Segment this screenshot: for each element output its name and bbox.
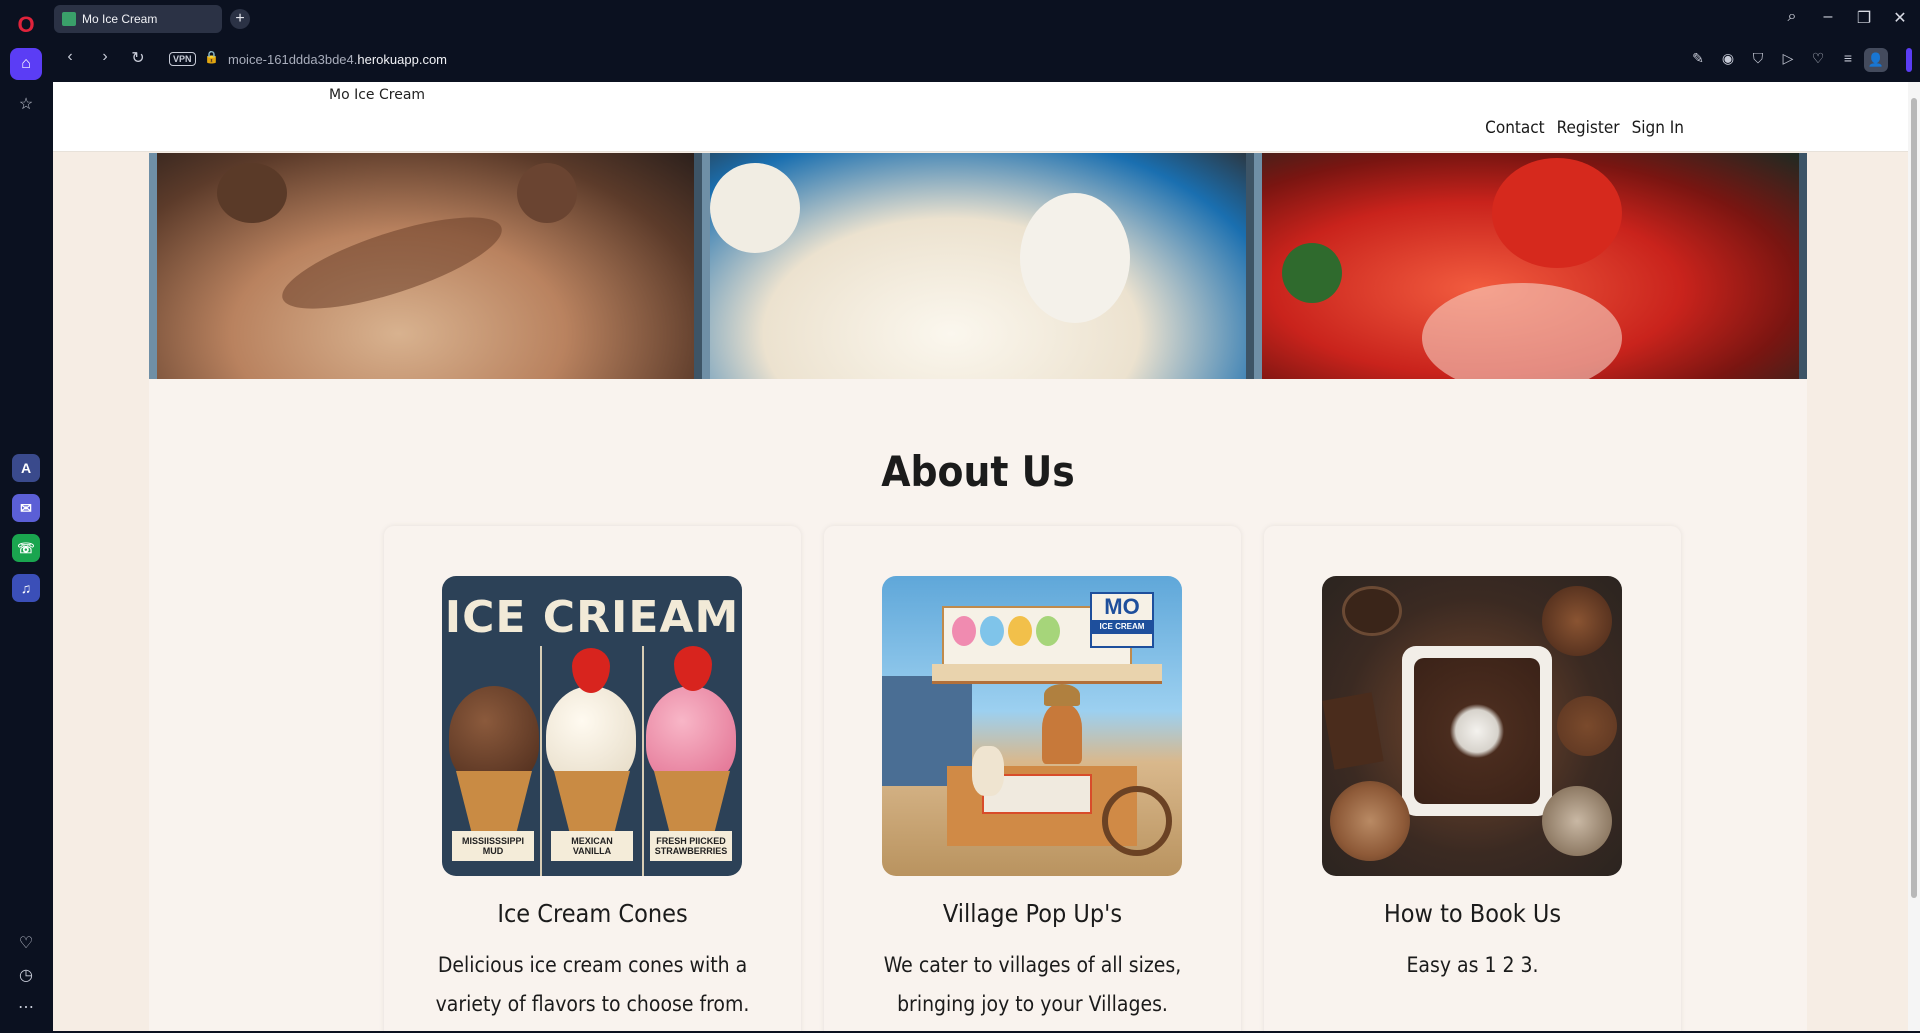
vpn-badge[interactable]: VPN [169, 52, 196, 66]
nav-sign-in-link[interactable]: Sign In [1632, 118, 1684, 138]
site-brand-link[interactable]: Mo Ice Cream [329, 87, 425, 103]
stand-sign-subtext: ICE CREAM [1092, 620, 1152, 634]
history-clock-icon[interactable]: ◷ [10, 959, 42, 991]
site-header: Mo Ice Cream Contact Register Sign In [53, 82, 1908, 152]
browser-sidebar: O ⌂ ☆ A ✉ ☏ ♫ ♡ ◷ ⋯ [0, 0, 52, 1033]
scrollbar-thumb[interactable] [1911, 98, 1917, 898]
flavor-label: FRESH PIICKED STRAWBERRIES [650, 831, 732, 861]
home-icon[interactable]: ⌂ [10, 48, 42, 80]
card-title: How to Book Us [1383, 899, 1562, 928]
shield-icon[interactable]: ⛉ [1748, 50, 1768, 67]
url-domain: herokuapp.com [357, 52, 448, 67]
card-ice-cream-cones: ICE CRIEAM MISSIISSSIPPI MUD MEXICAN VAN… [384, 526, 801, 1031]
tab-bar: Mo Ice Cream + ⌕ – ❐ ✕ [52, 0, 1920, 38]
card-title: Ice Cream Cones [497, 899, 688, 928]
whatsapp-icon[interactable]: ☏ [12, 534, 40, 562]
new-tab-plus-icon[interactable]: + [230, 9, 250, 29]
card-village-pop-ups: MO ICE CREAM Village Pop Up's We cater t… [824, 526, 1241, 1031]
ice-cream-cones-image: ICE CRIEAM MISSIISSSIPPI MUD MEXICAN VAN… [442, 576, 742, 876]
forward-icon[interactable]: › [94, 48, 116, 66]
site-nav: Contact Register Sign In [1485, 118, 1684, 138]
village-pop-up-image: MO ICE CREAM [882, 576, 1182, 876]
search-tabs-icon[interactable]: ⌕ [1780, 8, 1804, 26]
lock-icon[interactable]: 🔒 [204, 50, 219, 64]
hero-banner-image [149, 153, 1807, 379]
hero-vanilla-tub [701, 153, 1255, 379]
about-section: About Us ICE CRIEAM MISSIISSSIPPI MUD ME… [149, 379, 1807, 1031]
heart-icon[interactable]: ♡ [10, 927, 42, 959]
url-field[interactable]: moice-161ddda3bde4.herokuapp.com [228, 52, 447, 67]
tab-title: Mo Ice Cream [82, 12, 158, 26]
more-dots-icon[interactable]: ⋯ [10, 991, 42, 1023]
messenger-icon[interactable]: ✉ [12, 494, 40, 522]
hero-chocolate-tub [149, 153, 702, 379]
card-text: We cater to villages of all sizes, bring… [883, 953, 1182, 1016]
page-scrollbar[interactable] [1908, 82, 1920, 1031]
card-title: Village Pop Up's [942, 899, 1123, 928]
aria-ai-icon[interactable]: A [12, 454, 40, 482]
back-icon[interactable]: ‹ [59, 48, 81, 66]
sidebar-toggle[interactable] [1906, 48, 1912, 72]
favorite-heart-icon[interactable]: ♡ [1808, 50, 1828, 67]
edit-icon[interactable]: ✎ [1688, 50, 1708, 67]
card-text: Easy as 1 2 3. [1406, 953, 1539, 977]
stand-sign-text: MO [1104, 594, 1140, 619]
address-bar: ‹ › ↻ VPN 🔒 moice-161ddda3bde4.herokuapp… [52, 38, 1920, 82]
play-icon[interactable]: ▷ [1778, 50, 1798, 67]
menu-lines-icon[interactable]: ≡ [1838, 50, 1858, 66]
page-viewport: Mo Ice Cream Contact Register Sign In Ab… [53, 82, 1908, 1031]
url-prefix: moice-161ddda3bde4. [228, 52, 358, 67]
bookmarks-star-icon[interactable]: ☆ [10, 88, 42, 120]
browser-tab[interactable]: Mo Ice Cream [54, 5, 222, 33]
image-heading: ICE CRIEAM [444, 592, 740, 643]
flavor-label: MISSIISSSIPPI MUD [452, 831, 534, 861]
card-text: Delicious ice cream cones with a variety… [435, 953, 750, 1016]
camera-icon[interactable]: ◉ [1718, 50, 1738, 67]
hero-strawberry-tub [1254, 153, 1807, 379]
chocolate-dessert-image [1322, 576, 1622, 876]
favicon-icon [62, 12, 76, 26]
restore-window-icon[interactable]: ❐ [1852, 8, 1876, 28]
opera-logo-icon[interactable]: O [13, 12, 39, 38]
nav-register-link[interactable]: Register [1557, 118, 1620, 138]
minimize-icon[interactable]: – [1816, 8, 1840, 26]
about-title: About Us [881, 447, 1075, 496]
nav-contact-link[interactable]: Contact [1485, 118, 1545, 138]
close-window-icon[interactable]: ✕ [1888, 8, 1912, 28]
profile-avatar-icon[interactable]: 👤 [1864, 48, 1888, 72]
reload-icon[interactable]: ↻ [127, 48, 149, 68]
music-player-icon[interactable]: ♫ [12, 574, 40, 602]
flavor-label: MEXICAN VANILLA [551, 831, 633, 861]
card-how-to-book-us: How to Book Us Easy as 1 2 3. [1264, 526, 1681, 1031]
